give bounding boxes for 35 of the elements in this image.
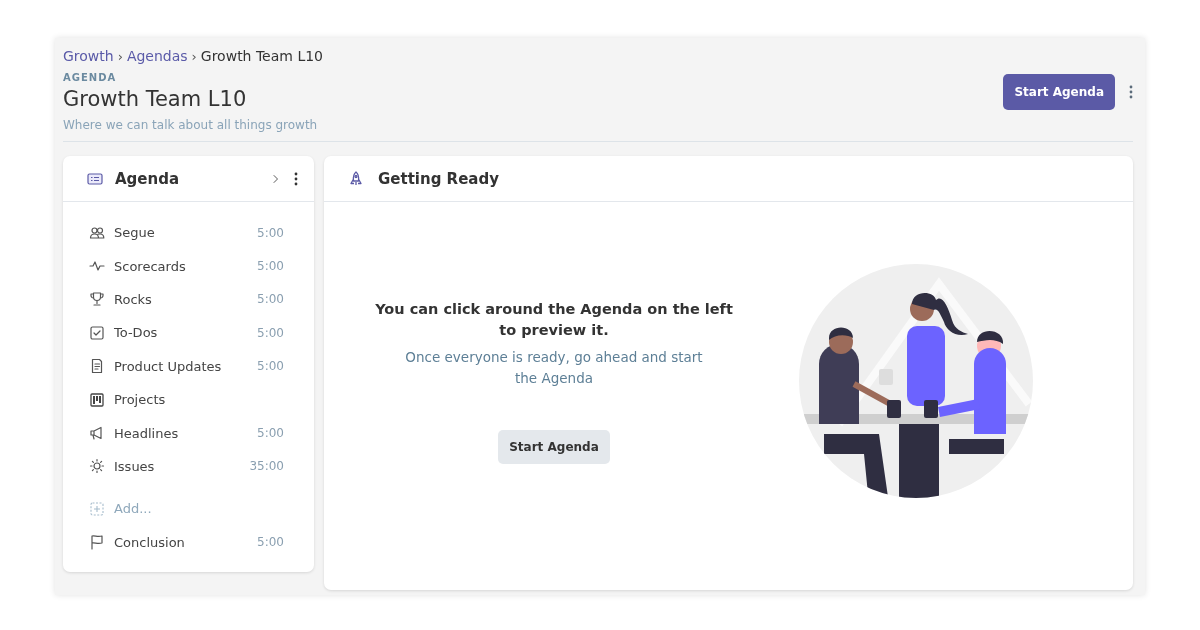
trophy-icon — [89, 291, 105, 308]
sun-icon — [89, 458, 105, 475]
agenda-item[interactable]: Segue 5:00 — [89, 216, 284, 250]
start-agenda-button[interactable]: Start Agenda — [498, 429, 610, 464]
panel-title: Getting Ready — [378, 169, 499, 188]
start-agenda-button[interactable]: Start Agenda — [1003, 74, 1115, 110]
checkbox-icon — [89, 324, 105, 341]
agenda-item[interactable]: Projects — [89, 382, 284, 417]
breadcrumb-link[interactable]: Growth — [63, 48, 114, 64]
megaphone-icon — [89, 425, 105, 442]
plus-icon — [89, 500, 105, 517]
agenda-item[interactable]: Headlines 5:00 — [89, 416, 284, 450]
instruction-heading: You can click around the Agenda on the left to preview it. — [374, 299, 734, 340]
page-title: Growth Team L10 — [63, 87, 248, 111]
current-page-label: Growth Team L10 — [200, 48, 323, 64]
sidebar-title: Agenda — [115, 169, 181, 188]
agenda-item[interactable]: Scorecards 5:00 — [89, 249, 284, 283]
board-icon — [89, 391, 105, 408]
people-icon — [89, 224, 105, 241]
agenda-item[interactable]: Product Updates 5:00 — [89, 349, 284, 383]
section-label: AGENDA — [63, 72, 118, 83]
breadcrumb-separator: › — [191, 48, 197, 64]
agenda-item[interactable]: Issues 35:00 — [89, 449, 284, 484]
agenda-item[interactable]: To-Dos 5:00 — [89, 316, 284, 350]
agenda-item[interactable]: Rocks 5:00 — [89, 282, 284, 317]
document-icon — [89, 358, 105, 375]
breadcrumb-separator: › — [117, 48, 123, 64]
rocket-icon — [348, 170, 364, 187]
flag-icon — [89, 534, 105, 551]
list-icon — [87, 170, 103, 187]
agenda-item[interactable]: Conclusion 5:00 — [89, 525, 284, 559]
breadcrumb-link[interactable]: Agendas — [126, 48, 188, 64]
page-description: Where we can talk about all things growth — [63, 118, 318, 132]
more-icon[interactable] — [294, 171, 298, 186]
instruction-text: Once everyone is ready, go ahead and start the Agenda — [404, 347, 704, 388]
